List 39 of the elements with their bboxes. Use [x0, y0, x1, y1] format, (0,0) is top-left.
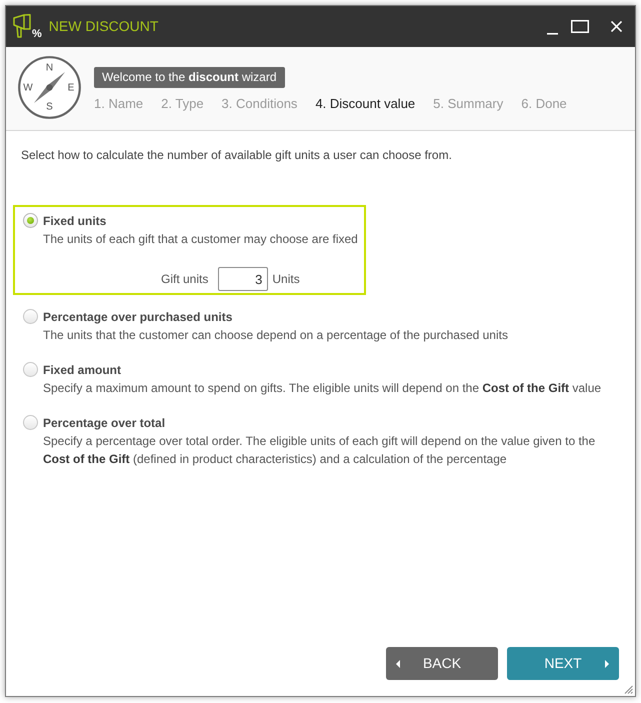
radio-button[interactable] [23, 362, 38, 377]
option-description: The units of each gift that a customer may choose are fixed [43, 231, 358, 248]
option-description: Specify a maximum amount to spend on gifts. The eligible units will depend on the Cost of the Gift value [43, 380, 602, 397]
field-label: Gift units [161, 271, 208, 288]
option-title: Fixed units [43, 213, 108, 230]
compass-letter: N [46, 62, 54, 74]
instruction-text: Select how to calculate the number of available gift units a user can choose from. [20, 147, 453, 163]
wizard-step: 5. Summary [433, 95, 504, 113]
resize-grip-icon[interactable] [624, 685, 633, 694]
wizard-step: 2. Type [161, 95, 204, 113]
close-icon[interactable] [611, 21, 622, 32]
caret-left-icon [396, 660, 400, 668]
gift-units-field[interactable]: 3 [218, 267, 268, 291]
unit-label: Units [272, 271, 300, 288]
wizard-step: 1. Name [94, 95, 144, 113]
option-title: Percentage over total [43, 415, 166, 432]
compass-letter: S [46, 102, 53, 112]
welcome-banner: Welcome to the discount wizard [94, 67, 284, 88]
percent-sign: % [32, 28, 42, 40]
next-button[interactable]: NEXT [507, 647, 619, 680]
wizard-step: 6. Done [521, 95, 567, 113]
radio-button[interactable] [23, 213, 38, 228]
compass-letter: W [23, 82, 33, 93]
window-title: NEW DISCOUNT [48, 17, 158, 36]
option-description: The units that the customer can choose depend on a percentage of the purchased units [43, 327, 508, 344]
wizard-step: 4. Discount value [315, 95, 416, 113]
back-button[interactable]: BACK [386, 647, 498, 680]
radio-button[interactable] [23, 309, 38, 324]
megaphone-icon [13, 14, 32, 38]
compass-icon [18, 56, 81, 119]
option-title: Percentage over purchased units [43, 309, 234, 326]
wizard-step: 3. Conditions [222, 95, 298, 113]
caret-right-icon [605, 660, 609, 668]
radio-button[interactable] [23, 415, 38, 430]
option-title: Fixed amount [43, 362, 122, 379]
option-description: Specify a percentage over total order. The eligible units of each gift will depend on the value given to the Cost of the Gift (defined in product characteristics) and a calculation of the percentage [43, 433, 596, 468]
maximize-icon[interactable] [571, 20, 589, 33]
compass-letter: E [68, 82, 74, 93]
minimize-icon[interactable] [547, 32, 558, 34]
